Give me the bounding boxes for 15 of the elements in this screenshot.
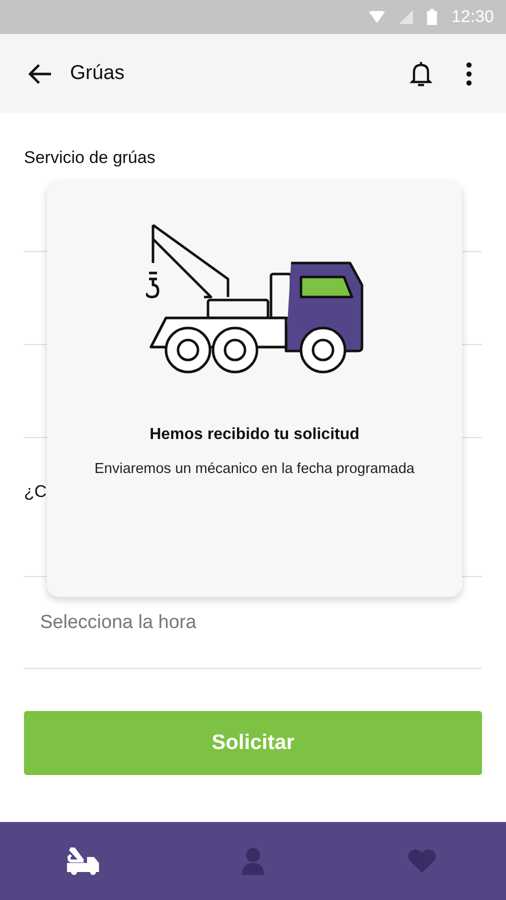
time-field[interactable]: Selecciona la hora: [24, 577, 482, 669]
battery-icon: [427, 9, 438, 25]
dialog-message: Enviaremos un mécanico en la fecha programada: [94, 461, 414, 477]
screen-title: Grúas: [70, 62, 126, 85]
wifi-icon: [369, 10, 386, 24]
section-title: Servicio de grúas: [24, 148, 156, 168]
dialog-title: Hemos recibido tu solicitud: [150, 426, 360, 444]
more-options-icon[interactable]: [466, 62, 472, 86]
bell-icon[interactable]: [410, 60, 432, 87]
tow-truck-icon[interactable]: [67, 847, 102, 875]
section-title: ¿C: [24, 482, 48, 502]
clock-time: 12:30: [451, 7, 494, 27]
back-arrow-icon[interactable]: [28, 62, 52, 84]
signal-icon: [399, 10, 414, 24]
submit-button[interactable]: Solicitar: [24, 711, 482, 775]
